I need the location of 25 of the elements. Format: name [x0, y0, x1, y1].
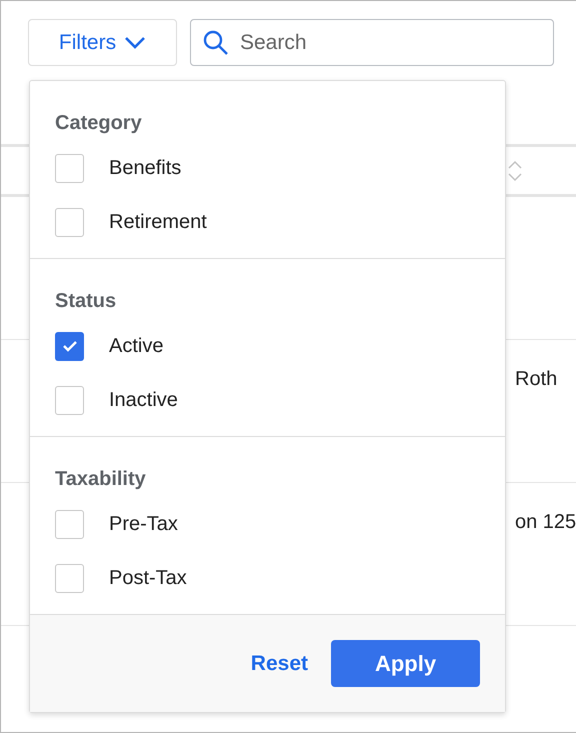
search-icon [203, 30, 229, 56]
table-cell: Roth [515, 368, 558, 390]
search-field[interactable]: Search [190, 19, 554, 66]
checkbox[interactable] [55, 564, 84, 592]
section-title: Category [55, 111, 143, 135]
filters-button[interactable]: Filters [28, 19, 177, 66]
checkbox[interactable] [55, 510, 84, 538]
filter-option[interactable]: Inactive [55, 373, 178, 427]
filter-option[interactable]: Benefits [55, 141, 182, 195]
table-cell: on 125 [515, 511, 576, 533]
section-title: Status [55, 289, 118, 313]
checkbox[interactable] [55, 208, 84, 236]
sort-icon [506, 160, 524, 182]
apply-button[interactable]: Apply [331, 640, 480, 687]
section-title: Taxability [55, 467, 147, 491]
filter-option[interactable]: Active [55, 319, 164, 373]
checkbox[interactable] [55, 386, 84, 414]
filter-option[interactable]: Retirement [55, 195, 207, 249]
filter-option[interactable]: Post-Tax [55, 551, 187, 605]
checkbox[interactable] [55, 154, 84, 182]
checkmark-icon [62, 340, 78, 352]
reset-button[interactable]: Reset [250, 648, 308, 680]
chevron-down-icon [124, 36, 146, 50]
checkbox[interactable] [55, 332, 84, 360]
filter-option[interactable]: Pre-Tax [55, 497, 178, 551]
